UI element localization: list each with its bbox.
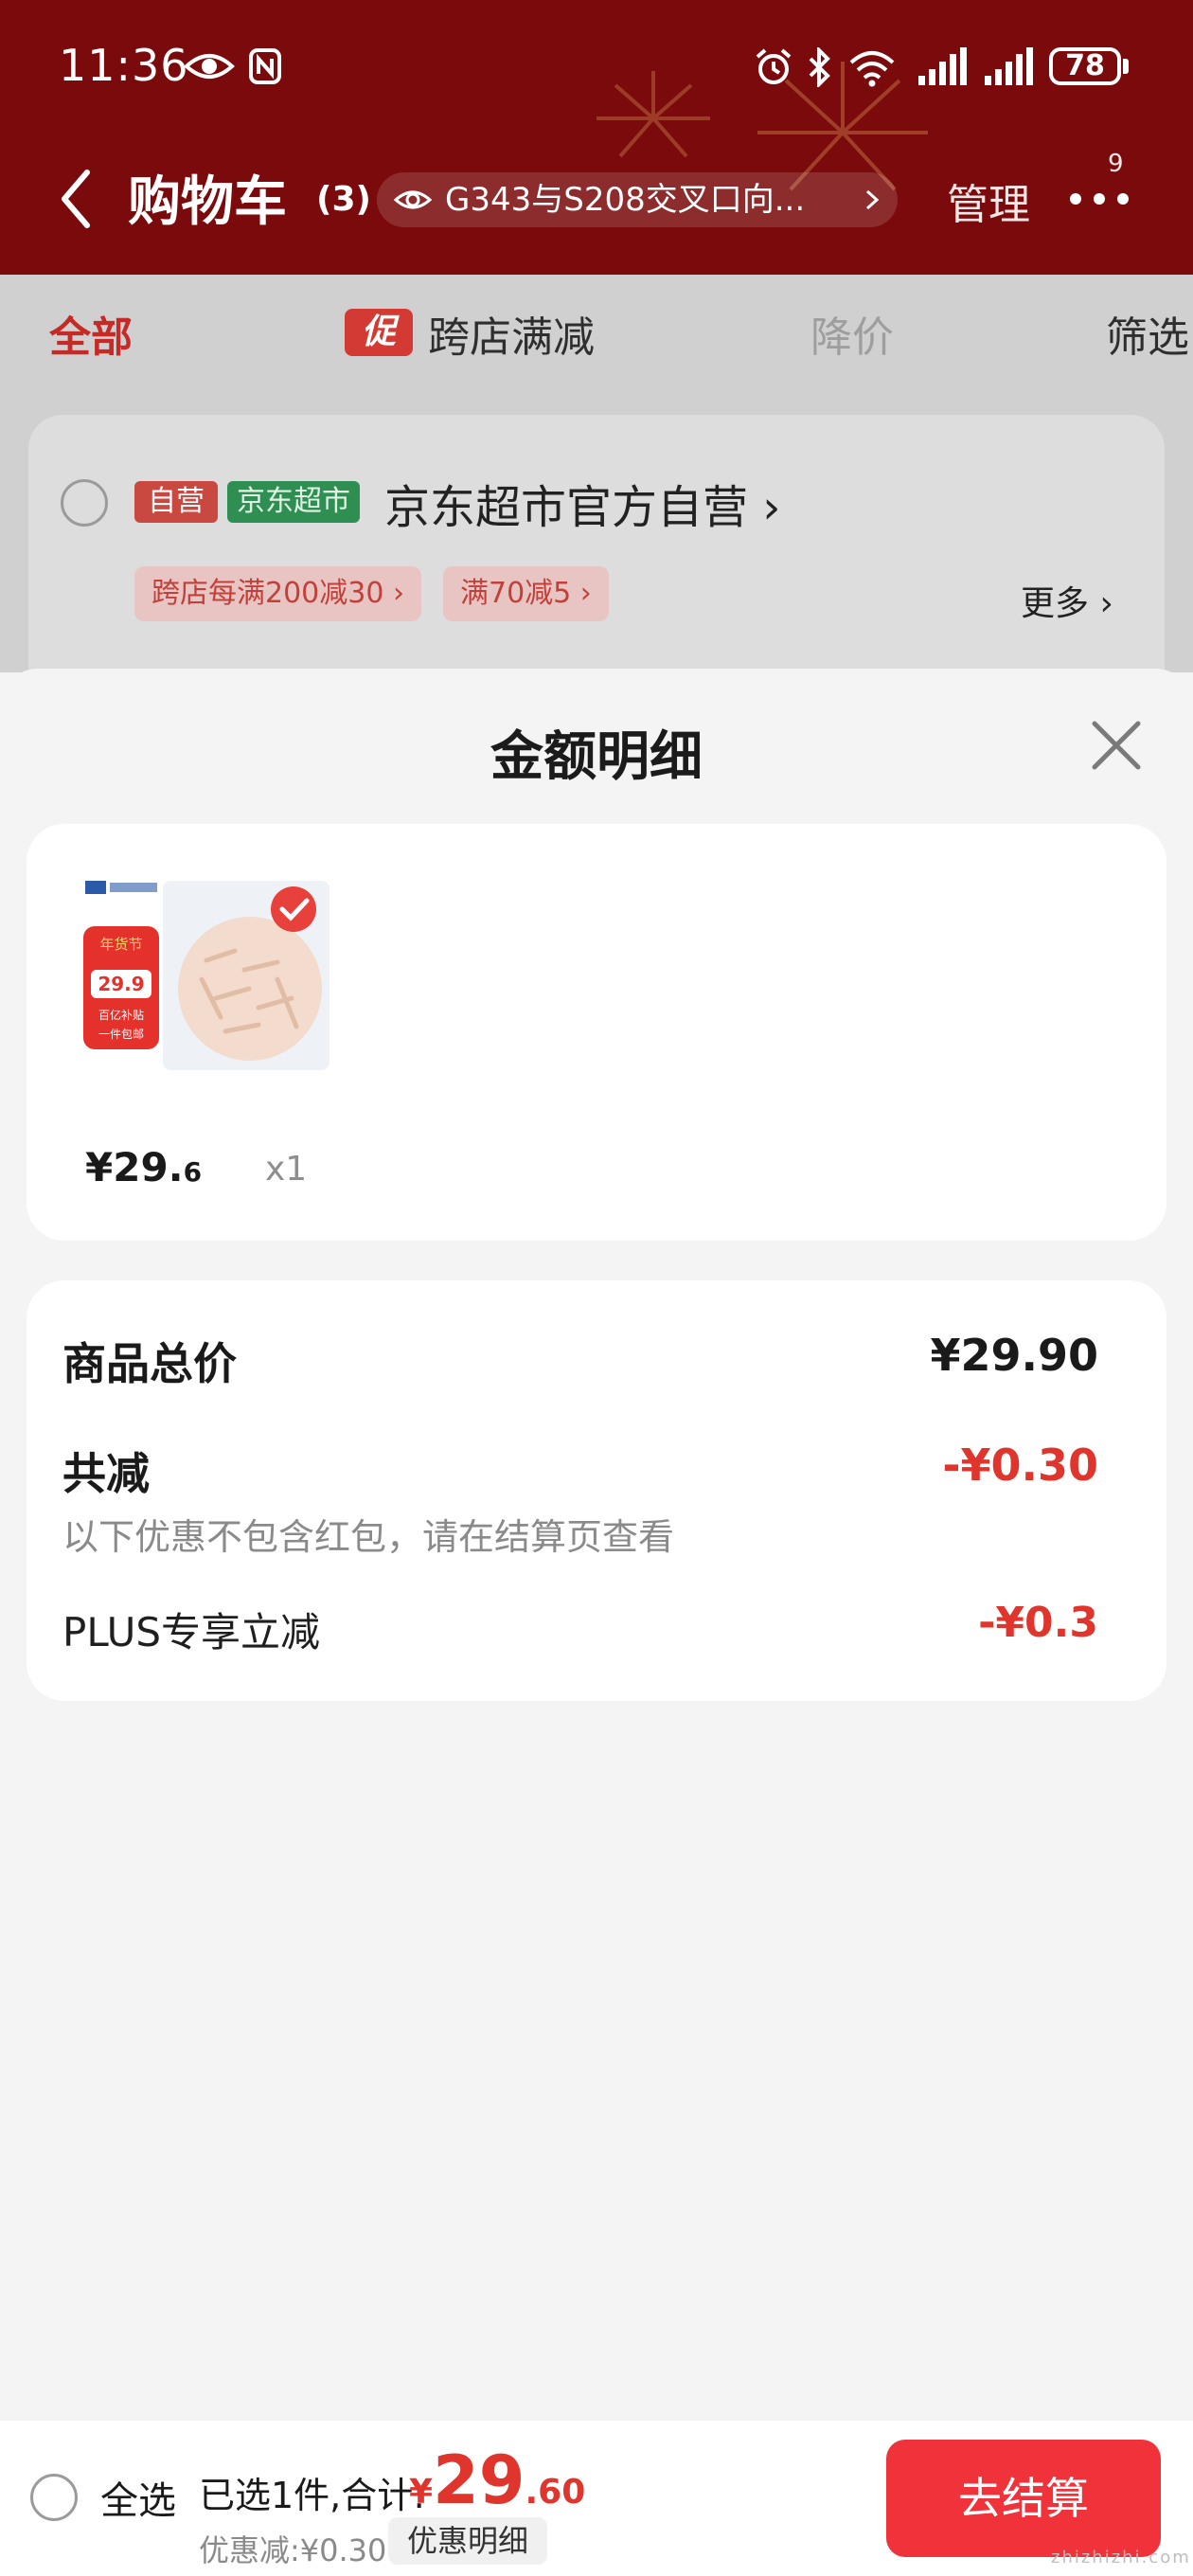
total-integer: 29 bbox=[433, 2442, 525, 2519]
promo-badge-shipping: 一件包邮 bbox=[98, 1028, 144, 1041]
shop-name[interactable]: 京东超市官方自营 › bbox=[384, 470, 780, 536]
discount-amount: 优惠减:¥0.30 bbox=[199, 2532, 387, 2568]
total-amount: ¥29.60 bbox=[409, 2442, 585, 2519]
tab-all[interactable]: 全部 bbox=[49, 303, 133, 364]
tab-cross-store[interactable]: 跨店满减 bbox=[428, 303, 595, 364]
item-card: 年货节 29.9 百亿补贴 一件包邮 ¥29.6 x1 bbox=[27, 824, 1166, 1241]
self-operated-tag: 自营 bbox=[134, 481, 218, 523]
cart-background: 全部 促 跨店满减 降价 筛选 自营 京东超市 京东超市官方自营 › 跨店每满2… bbox=[0, 275, 1193, 727]
cart-count: (3) bbox=[316, 180, 371, 219]
promo-badge-text: 年货节 bbox=[99, 936, 142, 953]
reduce-note: 以下优惠不包含红包，请在结算页查看 bbox=[62, 1516, 675, 1558]
status-time: 11:36 bbox=[59, 40, 189, 91]
page-title: 购物车 bbox=[128, 171, 287, 233]
promo-chip[interactable]: 满70减5 › bbox=[443, 566, 609, 621]
alarm-icon bbox=[756, 48, 792, 84]
select-all-label[interactable]: 全选 bbox=[100, 2470, 176, 2525]
promo-badge-subsidy: 百亿补贴 bbox=[98, 1008, 144, 1022]
status-bar: 11:36 78 bbox=[0, 38, 1193, 104]
promo-tag: 促 bbox=[345, 309, 413, 356]
item-price-dec: 6 bbox=[183, 1156, 203, 1188]
item-quantity: x1 bbox=[265, 1150, 308, 1189]
price-summary-card: 商品总价 ¥29.90 共减 -¥0.30 以下优惠不包含红包，请在结算页查看 … bbox=[27, 1280, 1166, 1701]
discount-detail-button[interactable]: 优惠明细 bbox=[388, 2517, 548, 2565]
chevron-right-icon bbox=[865, 189, 879, 210]
signal-icon bbox=[985, 47, 1033, 85]
checkout-button[interactable]: 去结算 bbox=[886, 2440, 1161, 2557]
product-image[interactable]: 年货节 29.9 百亿补贴 一件包邮 bbox=[83, 875, 329, 1074]
reduce-label: 共减 bbox=[62, 1448, 150, 1499]
total-decimal: .60 bbox=[525, 2473, 586, 2512]
total-currency: ¥ bbox=[409, 2473, 434, 2512]
plus-discount-label: PLUS专享立减 bbox=[62, 1609, 321, 1655]
manage-button[interactable]: 管理 bbox=[947, 170, 1030, 231]
app-header: 11:36 78 购物车 (3) G343与S208交叉口向... 管理 9 bbox=[0, 0, 1193, 275]
eye-icon bbox=[184, 54, 235, 79]
select-all-radio[interactable] bbox=[30, 2474, 78, 2521]
delivery-address: G343与S208交叉口向... bbox=[445, 181, 806, 219]
tab-filter[interactable]: 筛选 bbox=[1106, 303, 1189, 364]
more-options-icon[interactable] bbox=[1068, 189, 1134, 208]
shop-select-radio[interactable] bbox=[61, 479, 108, 527]
checkout-bar: 全选 已选1件,合计: ¥29.60 优惠减:¥0.30 优惠明细 去结算 bbox=[0, 2421, 1193, 2576]
sheet-title: 金额明细 bbox=[490, 726, 703, 788]
jd-supermarket-tag: 京东超市 bbox=[227, 481, 360, 523]
item-price: ¥29.6 bbox=[85, 1144, 202, 1190]
bluetooth-icon bbox=[809, 47, 830, 87]
signal-icon bbox=[918, 47, 967, 85]
item-price-int: ¥29. bbox=[85, 1144, 184, 1190]
total-price-label: 商品总价 bbox=[62, 1338, 237, 1389]
promo-badge-price: 29.9 bbox=[98, 973, 144, 995]
back-arrow-icon[interactable] bbox=[57, 169, 95, 229]
plus-discount-value: -¥0.3 bbox=[978, 1599, 1098, 1647]
promo-chip[interactable]: 跨店每满200减30 › bbox=[134, 566, 421, 621]
battery-tip bbox=[1123, 59, 1129, 74]
battery-indicator: 78 bbox=[1049, 47, 1121, 85]
selected-summary: 已选1件,合计: bbox=[199, 2475, 426, 2516]
nfc-icon bbox=[249, 48, 281, 84]
reduce-value: -¥0.30 bbox=[942, 1440, 1098, 1491]
message-badge: 9 bbox=[1108, 150, 1124, 178]
wifi-icon bbox=[849, 51, 895, 87]
amount-detail-sheet: 金额明细 年货节 29.9 百亿补贴 一件包邮 ¥29.6 x1 商品总价 ¥2… bbox=[0, 669, 1193, 2421]
close-icon[interactable] bbox=[1089, 718, 1144, 773]
watermark: zhizhizhi.com bbox=[1051, 2548, 1191, 2567]
more-promos-link[interactable]: 更多 › bbox=[1021, 576, 1113, 625]
tab-price-drop[interactable]: 降价 bbox=[810, 303, 894, 364]
title-bar: 购物车 (3) G343与S208交叉口向... 管理 9 bbox=[0, 150, 1193, 246]
total-price-value: ¥29.90 bbox=[930, 1330, 1098, 1381]
delivery-address-selector[interactable]: G343与S208交叉口向... bbox=[377, 172, 898, 227]
eye-icon bbox=[394, 190, 432, 209]
